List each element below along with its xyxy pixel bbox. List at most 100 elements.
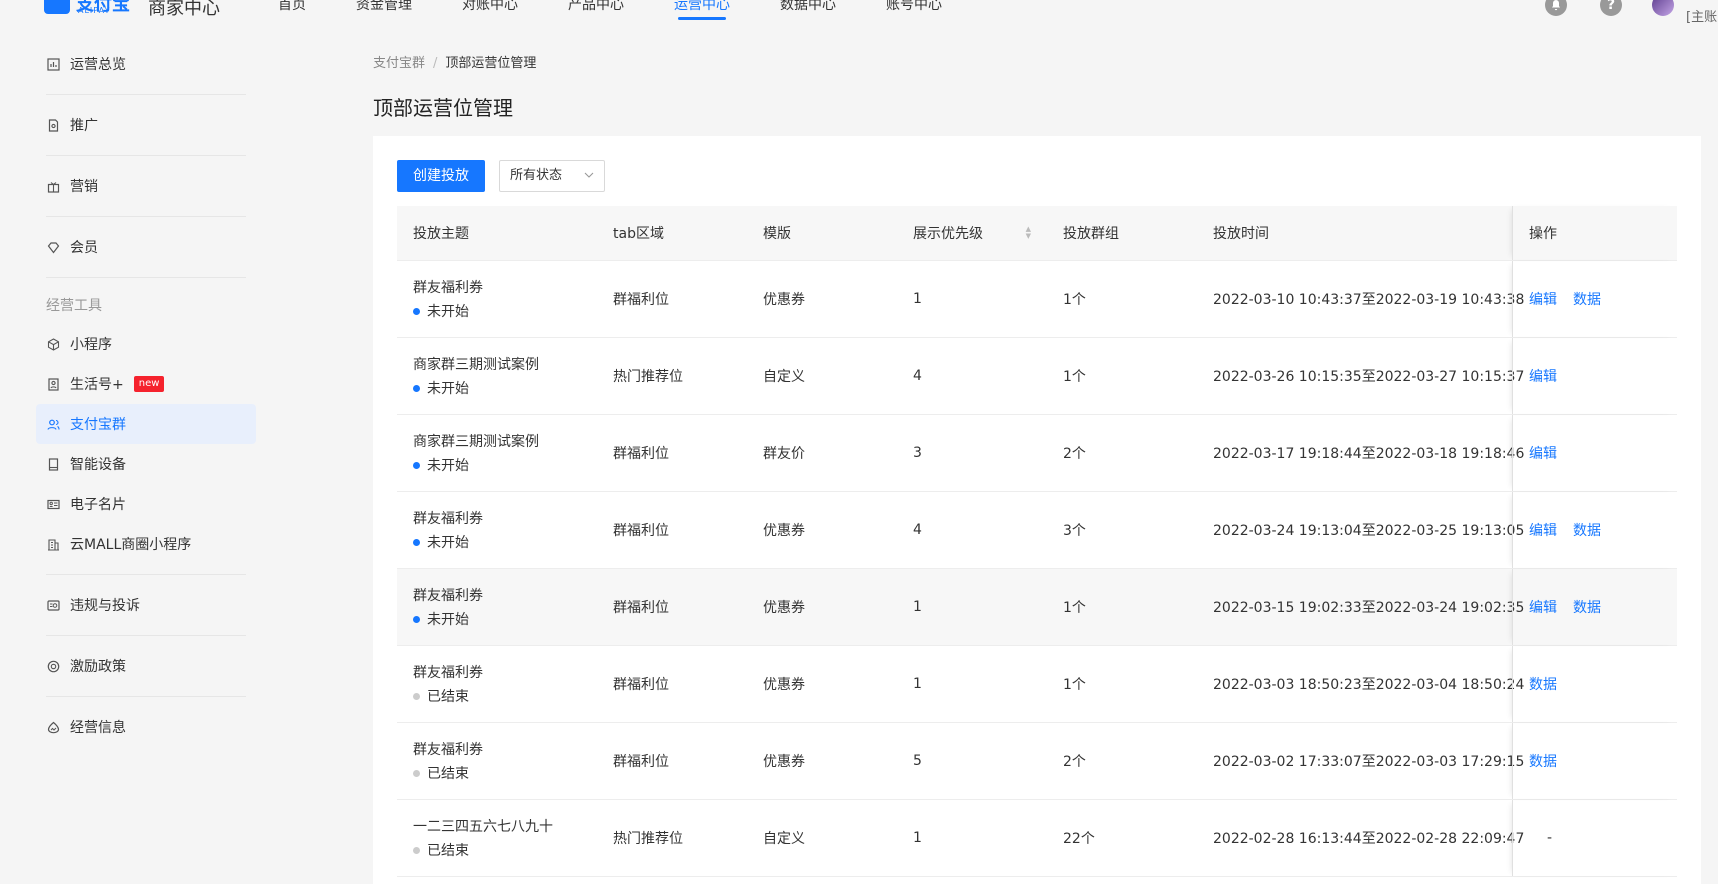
help-icon[interactable]: ?	[1600, 0, 1622, 16]
top-navbar: 支付宝 ALIPAY 商家中心 首页 资金管理 对账中心 产品中心 运营中心 数…	[0, 0, 1718, 34]
cell-actions: 编辑 数据	[1512, 261, 1677, 337]
sidebar-item-label: 激励政策	[70, 659, 126, 675]
nav-funds[interactable]: 资金管理	[356, 0, 412, 24]
cell-time: 2022-03-26 10:15:35至2022-03-27 10:15:37	[1213, 369, 1525, 385]
sidebar-item-label: 小程序	[70, 337, 112, 353]
mall-icon	[46, 537, 60, 551]
nav-data[interactable]: 数据中心	[780, 0, 836, 24]
cell-groups: 3个	[1063, 523, 1086, 539]
sidebar-item-smart-device[interactable]: 智能设备	[36, 444, 256, 484]
nav-home[interactable]: 首页	[278, 0, 306, 24]
cell-tab: 群福利位	[613, 600, 669, 616]
sidebar-item-overview[interactable]: 运营总览	[36, 44, 256, 84]
data-link[interactable]: 数据	[1573, 289, 1601, 309]
cell-subject: 群友福利券 已结束	[397, 662, 597, 706]
subject-name: 群友福利券	[413, 665, 483, 681]
nav-operations[interactable]: 运营中心	[674, 0, 730, 24]
divider	[46, 635, 246, 636]
priority-value: 5	[913, 753, 922, 769]
sort-icon[interactable]: ▲ ▼	[1026, 226, 1031, 240]
cell-time: 2022-03-02 17:33:07至2022-03-03 17:29:15	[1213, 754, 1525, 770]
sidebar-item-members[interactable]: 会员	[36, 227, 256, 267]
cell-tab: 热门推荐位	[613, 831, 683, 847]
cell-time: 2022-02-28 16:13:44至2022-02-28 22:09:47	[1213, 831, 1525, 847]
edit-link[interactable]: 编辑	[1529, 289, 1557, 309]
sidebar-item-label: 违规与投诉	[70, 598, 140, 614]
subject-name: 一二三四五六七八九十	[413, 819, 553, 835]
edit-link[interactable]: 编辑	[1529, 520, 1557, 540]
breadcrumb-parent[interactable]: 支付宝群	[373, 56, 425, 71]
sidebar-item-label: 云MALL商圈小程序	[70, 537, 192, 553]
sidebar-item-business-info[interactable]: 经营信息	[36, 707, 256, 747]
sidebar-item-mini-program[interactable]: 小程序	[36, 324, 256, 364]
data-link[interactable]: 数据	[1529, 751, 1557, 771]
status-text: 未开始	[427, 381, 469, 397]
bell-icon[interactable]	[1545, 0, 1567, 16]
status-dot-icon	[413, 538, 420, 546]
cell-tab: 群福利位	[613, 446, 669, 462]
nav-account[interactable]: 账号中心	[886, 0, 942, 24]
data-link[interactable]: 数据	[1573, 597, 1601, 617]
sidebar-item-promotion[interactable]: 推广	[36, 105, 256, 145]
col-header-groups: 投放群组	[1063, 226, 1119, 242]
col-header-template: 模版	[763, 226, 791, 242]
subject-name: 商家群三期测试案例	[413, 434, 539, 450]
sidebar-item-business-card[interactable]: 电子名片	[36, 484, 256, 524]
sidebar-item-complaints[interactable]: 违规与投诉	[36, 585, 256, 625]
status-text: 未开始	[427, 535, 469, 551]
status-text: 已结束	[427, 689, 469, 705]
alipay-logo-icon[interactable]	[44, 0, 70, 14]
sidebar-item-label: 智能设备	[70, 457, 126, 473]
status-filter-select[interactable]: 所有状态	[499, 160, 605, 192]
account-label[interactable]: [主账	[1686, 6, 1717, 25]
avatar[interactable]	[1652, 0, 1674, 16]
cell-time: 2022-03-15 19:02:33至2022-03-24 19:02:35	[1213, 600, 1525, 616]
sidebar-item-cloud-mall[interactable]: 云MALL商圈小程序	[36, 524, 256, 564]
sidebar-item-marketing[interactable]: 营销	[36, 166, 256, 206]
main-nav: 首页 资金管理 对账中心 产品中心 运营中心 数据中心 账号中心	[278, 0, 992, 24]
cell-tab: 群福利位	[613, 677, 669, 693]
cell-priority: 3	[897, 445, 1047, 461]
cell-time: 2022-03-10 10:43:37至2022-03-19 10:43:38	[1213, 292, 1525, 308]
cell-subject: 群友福利券 未开始	[397, 508, 597, 552]
status-dot-icon	[413, 461, 420, 469]
chart-icon	[46, 57, 60, 71]
cell-priority: 1	[897, 291, 1047, 307]
nav-products[interactable]: 产品中心	[568, 0, 624, 24]
edit-link[interactable]: 编辑	[1529, 597, 1557, 617]
sidebar-item-incentives[interactable]: 激励政策	[36, 646, 256, 686]
sidebar-item-life-account[interactable]: 生活号+ new	[36, 364, 256, 404]
priority-value: 4	[913, 522, 922, 538]
table-row: 群友福利券 未开始 群福利位 优惠券 1 1个 2022-03-10 10:43:37至20…	[397, 261, 1677, 338]
data-link[interactable]: 数据	[1573, 520, 1601, 540]
create-placement-button[interactable]: 创建投放	[397, 160, 485, 192]
sidebar-item-label: 营销	[70, 179, 98, 195]
cell-priority: 1	[897, 830, 1047, 846]
col-header-priority-label: 展示优先级	[913, 226, 983, 242]
logo-subtext: ALIPAY	[78, 6, 111, 15]
edit-link[interactable]: 编辑	[1529, 443, 1557, 463]
col-header-tab: tab区域	[613, 226, 664, 242]
content-card: 创建投放 所有状态 投放主题 tab区域 模版 展示优先级 ▲ ▼ 投放群组 投放…	[373, 136, 1701, 884]
status-badge: 未开始	[413, 609, 597, 629]
complaint-icon	[46, 598, 60, 612]
sidebar-item-alipay-group[interactable]: 支付宝群	[36, 404, 256, 444]
status-dot-icon	[413, 769, 420, 777]
cell-subject: 群友福利券 已结束	[397, 739, 597, 783]
priority-value: 3	[913, 445, 922, 461]
divider	[46, 155, 246, 156]
priority-value: 1	[913, 291, 922, 307]
chevron-down-icon	[584, 161, 594, 191]
edit-link[interactable]: 编辑	[1529, 366, 1557, 386]
status-badge: 未开始	[413, 301, 597, 321]
nav-reconciliation[interactable]: 对账中心	[462, 0, 518, 24]
cell-actions: 数据	[1512, 646, 1677, 722]
subject-name: 商家群三期测试案例	[413, 357, 539, 373]
priority-value: 4	[913, 368, 922, 384]
col-header-priority[interactable]: 展示优先级 ▲ ▼	[897, 223, 1047, 243]
cell-template: 优惠券	[763, 600, 805, 616]
life-icon	[46, 377, 60, 391]
cell-groups: 1个	[1063, 369, 1086, 385]
table-row: 商家群三期测试案例 未开始 群福利位 群友价 3 2个 2022-03-17 19:18:4…	[397, 415, 1677, 492]
data-link[interactable]: 数据	[1529, 674, 1557, 694]
